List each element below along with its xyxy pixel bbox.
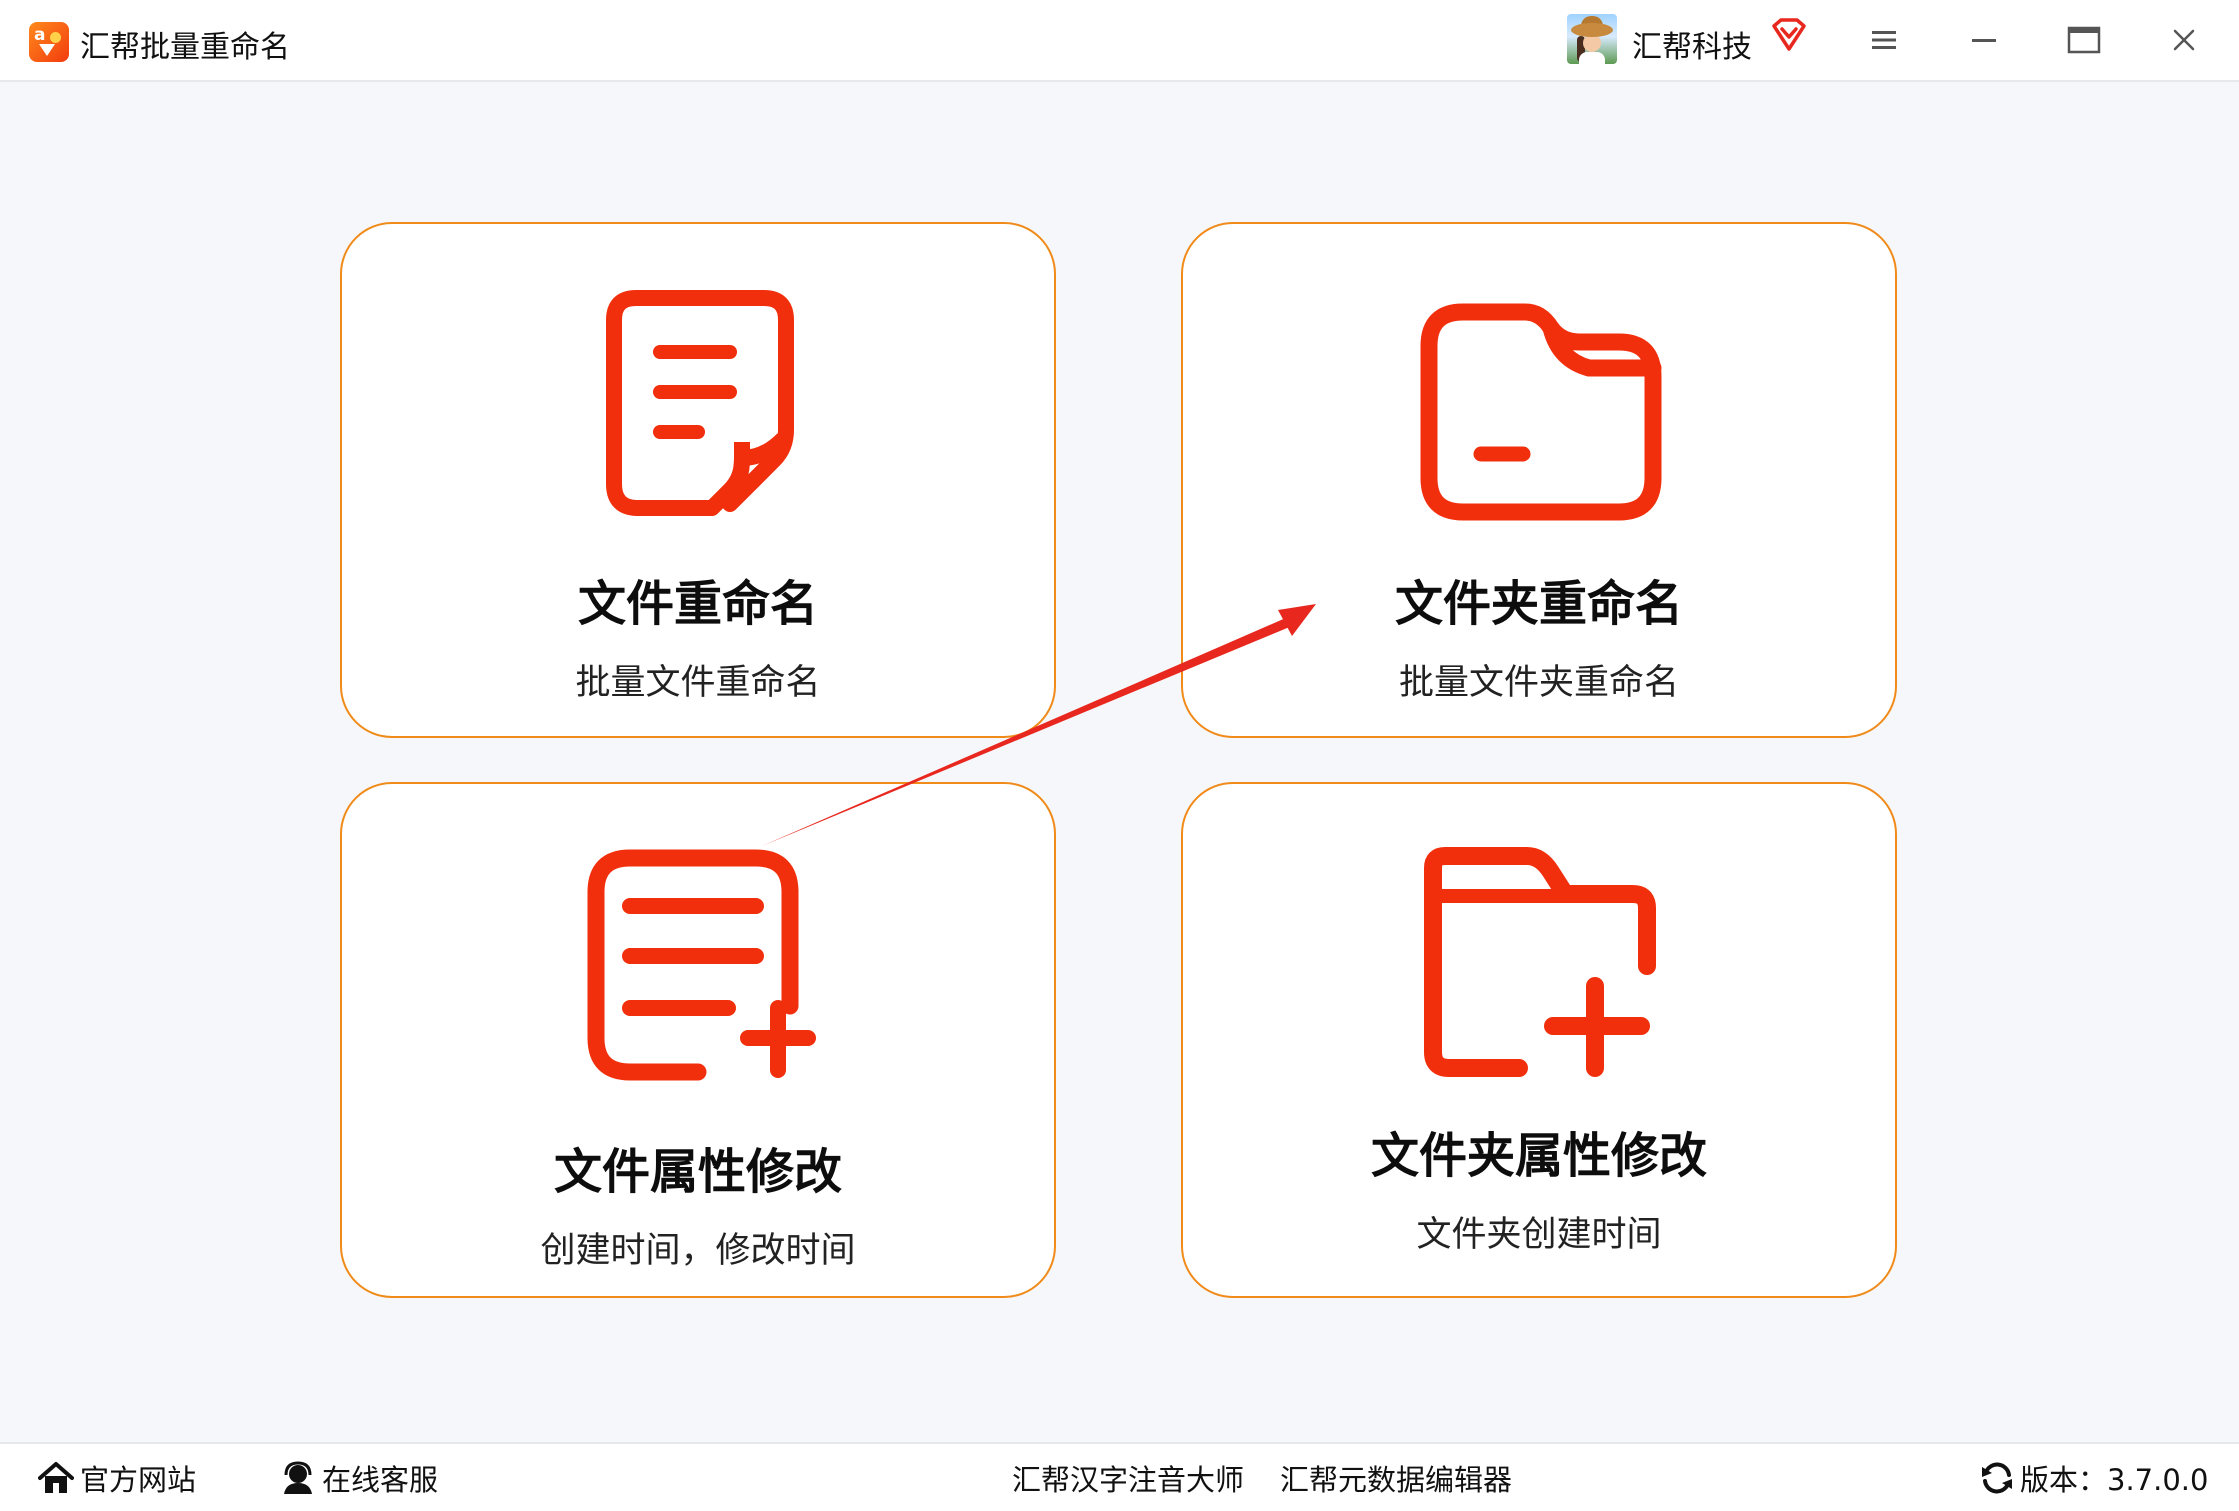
customer-service-icon (284, 1461, 312, 1494)
file-add-icon (587, 849, 816, 1081)
file-attribute-card[interactable]: 文件属性修改 创建时间，修改时间 (340, 782, 1056, 1298)
user-name[interactable]: 汇帮科技 (1632, 22, 1752, 66)
folder-add-icon (1424, 847, 1656, 1077)
file-rename-card[interactable]: 文件重命名 批量文件重命名 (340, 222, 1056, 738)
app-logo-icon: a (29, 22, 69, 62)
minimize-icon (1972, 39, 1996, 42)
metadata-editor-link[interactable]: 汇帮元数据编辑器 (1280, 1458, 1512, 1498)
folder-rename-card[interactable]: 文件夹重命名 批量文件夹重命名 (1181, 222, 1897, 738)
home-icon (38, 1462, 74, 1493)
menu-button[interactable] (1858, 14, 1910, 66)
vip-icon[interactable] (1771, 17, 1807, 53)
close-button[interactable] (2158, 14, 2210, 66)
official-website-label: 官方网站 (80, 1463, 197, 1497)
official-website-link[interactable]: 官方网站 (38, 1458, 196, 1498)
file-document-icon (606, 290, 794, 516)
maximize-icon (2067, 26, 2101, 54)
card-subtitle: 创建时间，修改时间 (540, 1231, 856, 1271)
avatar[interactable] (1567, 14, 1617, 64)
folder-icon (1420, 303, 1662, 521)
folder-attribute-card[interactable]: 文件夹属性修改 文件夹创建时间 (1181, 782, 1897, 1298)
refresh-icon (1982, 1462, 2012, 1494)
maximize-button[interactable] (2058, 14, 2110, 66)
version-label: 版本：3.7.0.0 (2020, 1463, 2209, 1497)
card-subtitle: 批量文件夹重命名 (1398, 663, 1679, 703)
version-info[interactable]: 版本：3.7.0.0 (1980, 1458, 2208, 1498)
card-title: 文件夹属性修改 (1370, 1128, 1707, 1184)
annotation-arrow (762, 604, 1316, 846)
online-support-label: 在线客服 (322, 1463, 439, 1497)
footer-bar: 官方网站 在线客服 汇帮汉字注音大师 汇帮元数据编辑器 版本：3.7.0.0 (0, 1442, 2239, 1511)
card-subtitle: 批量文件重命名 (575, 663, 821, 703)
menu-icon (1872, 31, 1896, 49)
online-support-link[interactable]: 在线客服 (280, 1458, 438, 1498)
card-title: 文件夹重命名 (1394, 576, 1683, 632)
card-title: 文件属性修改 (553, 1144, 842, 1200)
pinyin-app-link[interactable]: 汇帮汉字注音大师 (1012, 1458, 1244, 1498)
card-title: 文件重命名 (577, 576, 818, 632)
minimize-button[interactable] (1958, 14, 2010, 66)
title-bar: a 汇帮批量重命名 汇帮科技 (0, 0, 2239, 82)
close-icon (2173, 29, 2195, 51)
card-subtitle: 文件夹创建时间 (1416, 1215, 1662, 1255)
app-title: 汇帮批量重命名 (80, 30, 290, 65)
